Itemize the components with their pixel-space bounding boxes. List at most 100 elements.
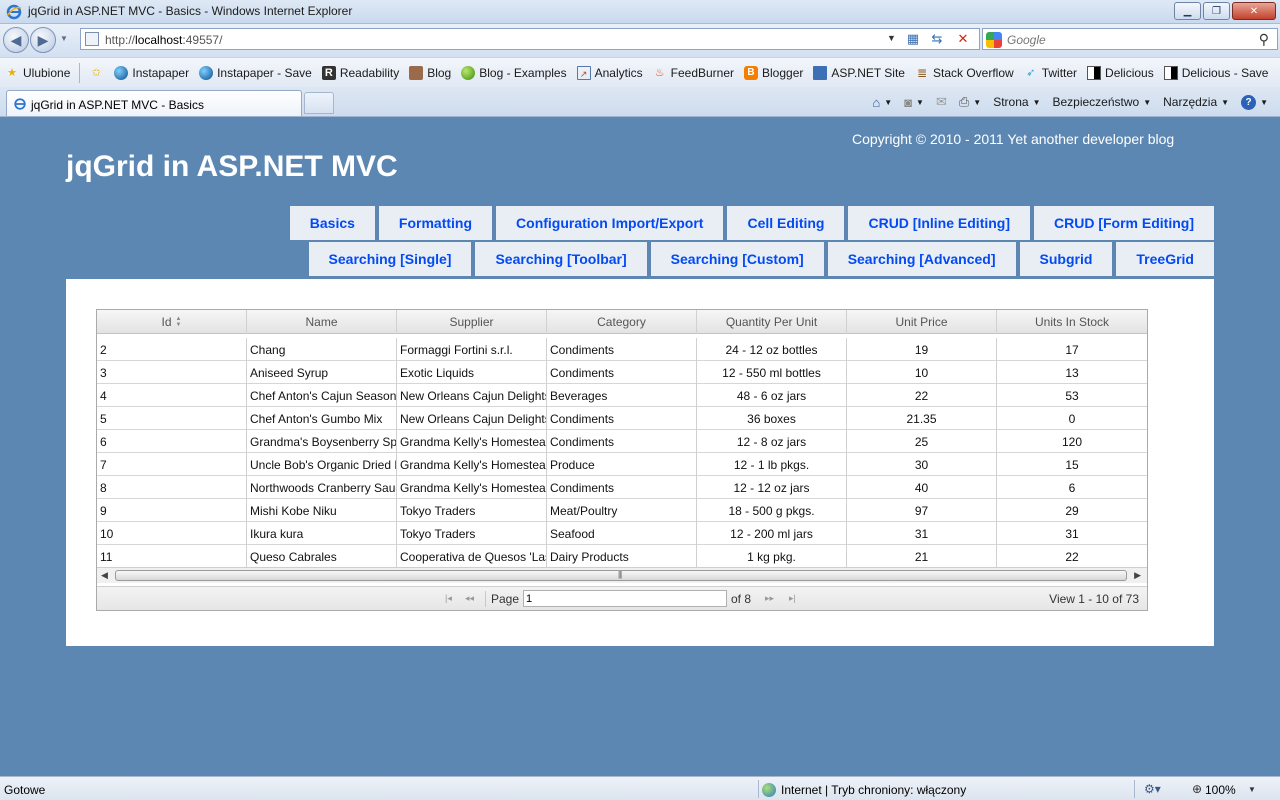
address-input[interactable]: http://localhost:49557/ ▼ ▦ ⇆ ✕ bbox=[80, 28, 980, 50]
zoom-level[interactable]: 100% bbox=[1205, 783, 1236, 797]
menu-searching-advanced[interactable]: Searching [Advanced] bbox=[827, 242, 1016, 276]
column-header-name[interactable]: Name bbox=[247, 310, 397, 334]
back-button[interactable]: ◀ bbox=[3, 27, 29, 53]
table-row[interactable]: 4 Chef Anton's Cajun Seasoning New Orleans… bbox=[97, 384, 1147, 407]
first-page-icon[interactable]: |◂ bbox=[445, 593, 452, 604]
favorite-stackoverflow[interactable]: ≣ Stack Overflow bbox=[910, 62, 1019, 84]
favorite-instapaper-save[interactable]: Instapaper - Save bbox=[194, 62, 317, 84]
table-cell: Uncle Bob's Organic Dried Pears bbox=[247, 453, 397, 476]
table-cell: 12 - 8 oz jars bbox=[697, 430, 847, 453]
favorite-blog[interactable]: Blog bbox=[404, 62, 456, 84]
favorite-delicious[interactable]: Delicious bbox=[1082, 62, 1159, 84]
table-cell: 8 bbox=[97, 476, 247, 499]
maximize-button[interactable]: ❐ bbox=[1203, 2, 1230, 20]
favorite-blogger[interactable]: B Blogger bbox=[739, 62, 808, 84]
security-zone[interactable]: Internet | Tryb chroniony: włączony bbox=[762, 783, 966, 797]
menu-treegrid[interactable]: TreeGrid bbox=[1116, 242, 1214, 276]
menu-formatting[interactable]: Formatting bbox=[378, 206, 493, 240]
print-button[interactable]: ⎙ ▼ bbox=[953, 94, 987, 110]
feeds-button[interactable]: ◙ ▼ bbox=[898, 95, 930, 110]
scroll-left-icon[interactable]: ◀ bbox=[101, 570, 108, 581]
mail-button[interactable]: ✉ bbox=[930, 94, 953, 110]
table-row[interactable]: 9 Mishi Kobe Niku Tokyo Traders Meat/Poultr… bbox=[97, 499, 1147, 522]
menu-searching-toolbar[interactable]: Searching [Toolbar] bbox=[475, 242, 647, 276]
close-window-button[interactable]: ✕ bbox=[1232, 2, 1276, 20]
table-cell: 97 bbox=[847, 499, 997, 522]
table-row[interactable]: 10 Ikura kura Tokyo Traders Seafood 12 - 200… bbox=[97, 522, 1147, 545]
horizontal-scrollbar[interactable]: ◀ ||| ▶ bbox=[97, 567, 1147, 583]
column-header-units-in-stock[interactable]: Units In Stock bbox=[997, 310, 1147, 334]
last-page-icon[interactable]: ▸| bbox=[789, 593, 796, 604]
menu-basics[interactable]: Basics bbox=[289, 206, 375, 240]
favorite-analytics[interactable]: ↗ Analytics bbox=[572, 62, 648, 84]
scroll-right-icon[interactable]: ▶ bbox=[1134, 570, 1141, 581]
column-header-id[interactable]: Id ▲ ▼ bbox=[97, 310, 247, 334]
table-row[interactable]: 8 Northwoods Cranberry Sauce Grandma Kelly… bbox=[97, 476, 1147, 499]
table-cell: Grandma's Boysenberry Spread bbox=[247, 430, 397, 453]
table-cell: 12 - 550 ml bottles bbox=[697, 361, 847, 384]
stop-icon[interactable]: ✕ bbox=[953, 30, 973, 48]
table-cell: Meat/Poultry bbox=[547, 499, 697, 522]
page-number-input[interactable] bbox=[523, 590, 727, 607]
table-cell: Dairy Products bbox=[547, 545, 697, 568]
star-icon: ★ bbox=[7, 66, 17, 79]
minimize-button[interactable]: ▁ bbox=[1174, 2, 1201, 20]
search-icon[interactable]: ⚲ bbox=[1259, 31, 1269, 48]
table-cell: 0 bbox=[1068, 412, 1076, 426]
table-cell: 29 bbox=[1065, 504, 1079, 518]
table-cell: 3 bbox=[97, 361, 247, 384]
table-cell: Produce bbox=[547, 453, 697, 476]
favorite-readability[interactable]: R Readability bbox=[317, 62, 404, 84]
compatibility-icon[interactable]: ▦ bbox=[903, 30, 923, 48]
chevron-down-icon[interactable]: ▼ bbox=[1248, 785, 1256, 794]
table-row[interactable]: 2 Chang Formaggi Fortini s.r.l. Condiments 2… bbox=[97, 338, 1147, 361]
chart-icon: ↗ bbox=[576, 65, 591, 80]
globe-icon bbox=[762, 783, 776, 797]
readability-icon: R bbox=[321, 65, 336, 80]
refresh-icon[interactable]: ⇆ bbox=[927, 30, 947, 48]
column-header-supplier[interactable]: Supplier bbox=[397, 310, 547, 334]
favorite-instapaper[interactable]: Instapaper bbox=[109, 62, 194, 84]
menu-configuration-import-export[interactable]: Configuration Import/Export bbox=[496, 206, 724, 240]
column-header-quantity-per-unit[interactable]: Quantity Per Unit bbox=[697, 310, 847, 334]
protected-mode-icon[interactable]: ⚙▾ bbox=[1144, 782, 1161, 796]
home-button[interactable]: ⌂ ▼ bbox=[866, 95, 898, 110]
address-dropdown-icon[interactable]: ▼ bbox=[887, 33, 896, 43]
column-header-unit-price[interactable]: Unit Price bbox=[847, 310, 997, 334]
favorite-twitter[interactable]: ➶ Twitter bbox=[1019, 62, 1082, 84]
home-icon: ⌂ bbox=[872, 94, 881, 110]
tab-basics[interactable]: jqGrid in ASP.NET MVC - Basics bbox=[6, 90, 302, 116]
search-input[interactable]: Google ⚲ bbox=[982, 28, 1278, 50]
scrollbar-thumb[interactable]: ||| bbox=[115, 570, 1127, 581]
help-menu[interactable]: ? ▼ bbox=[1235, 94, 1274, 110]
column-header-category[interactable]: Category bbox=[547, 310, 697, 334]
history-dropdown-icon[interactable]: ▼ bbox=[60, 34, 68, 43]
menu-subgrid[interactable]: Subgrid bbox=[1019, 242, 1113, 276]
favorites-button[interactable]: ★ Ulubione bbox=[0, 62, 75, 84]
page-menu[interactable]: Strona ▼ bbox=[987, 95, 1046, 109]
favorite-blog-examples[interactable]: Blog - Examples bbox=[456, 62, 571, 84]
table-row[interactable]: 6Grandma's Boysenberry SpreadGrandma Kel… bbox=[97, 430, 1147, 453]
menu-crud-inline-editing[interactable]: CRUD [Inline Editing] bbox=[848, 206, 1031, 240]
favorite-aspnet[interactable]: ASP.NET Site bbox=[808, 62, 910, 84]
table-cell: 12 - 1 lb pkgs. bbox=[697, 453, 847, 476]
tools-menu[interactable]: Narzędzia ▼ bbox=[1157, 95, 1235, 109]
flame-icon: ♨ bbox=[654, 66, 665, 79]
menu-crud-form-editing[interactable]: CRUD [Form Editing] bbox=[1034, 206, 1214, 240]
previous-page-icon[interactable]: ◂◂ bbox=[465, 593, 474, 604]
menu-cell-editing[interactable]: Cell Editing bbox=[727, 206, 845, 240]
add-favorite-button[interactable]: ✩ bbox=[84, 62, 109, 84]
forward-button[interactable]: ▶ bbox=[30, 27, 56, 53]
safety-menu[interactable]: Bezpieczeństwo ▼ bbox=[1046, 95, 1157, 109]
favorite-delicious-save[interactable]: Delicious - Save bbox=[1159, 62, 1274, 84]
table-cell: 22 bbox=[847, 384, 997, 407]
table-row[interactable]: 7Uncle Bob's Organic Dried PearsGrandma … bbox=[97, 453, 1147, 476]
table-row[interactable]: 5 Chef Anton's Gumbo Mix New Orleans Cajun… bbox=[97, 407, 1147, 430]
favorite-feedburner[interactable]: ♨ FeedBurner bbox=[648, 62, 739, 84]
menu-searching-single[interactable]: Searching [Single] bbox=[308, 242, 472, 276]
next-page-icon[interactable]: ▸▸ bbox=[765, 593, 774, 604]
table-row[interactable]: 11 Queso Cabrales Cooperativa de Quesos 'L… bbox=[97, 545, 1147, 568]
menu-searching-custom[interactable]: Searching [Custom] bbox=[650, 242, 824, 276]
new-tab-button[interactable] bbox=[304, 92, 334, 114]
table-row[interactable]: 3 Aniseed Syrup Exotic Liquids Condiments 12… bbox=[97, 361, 1147, 384]
